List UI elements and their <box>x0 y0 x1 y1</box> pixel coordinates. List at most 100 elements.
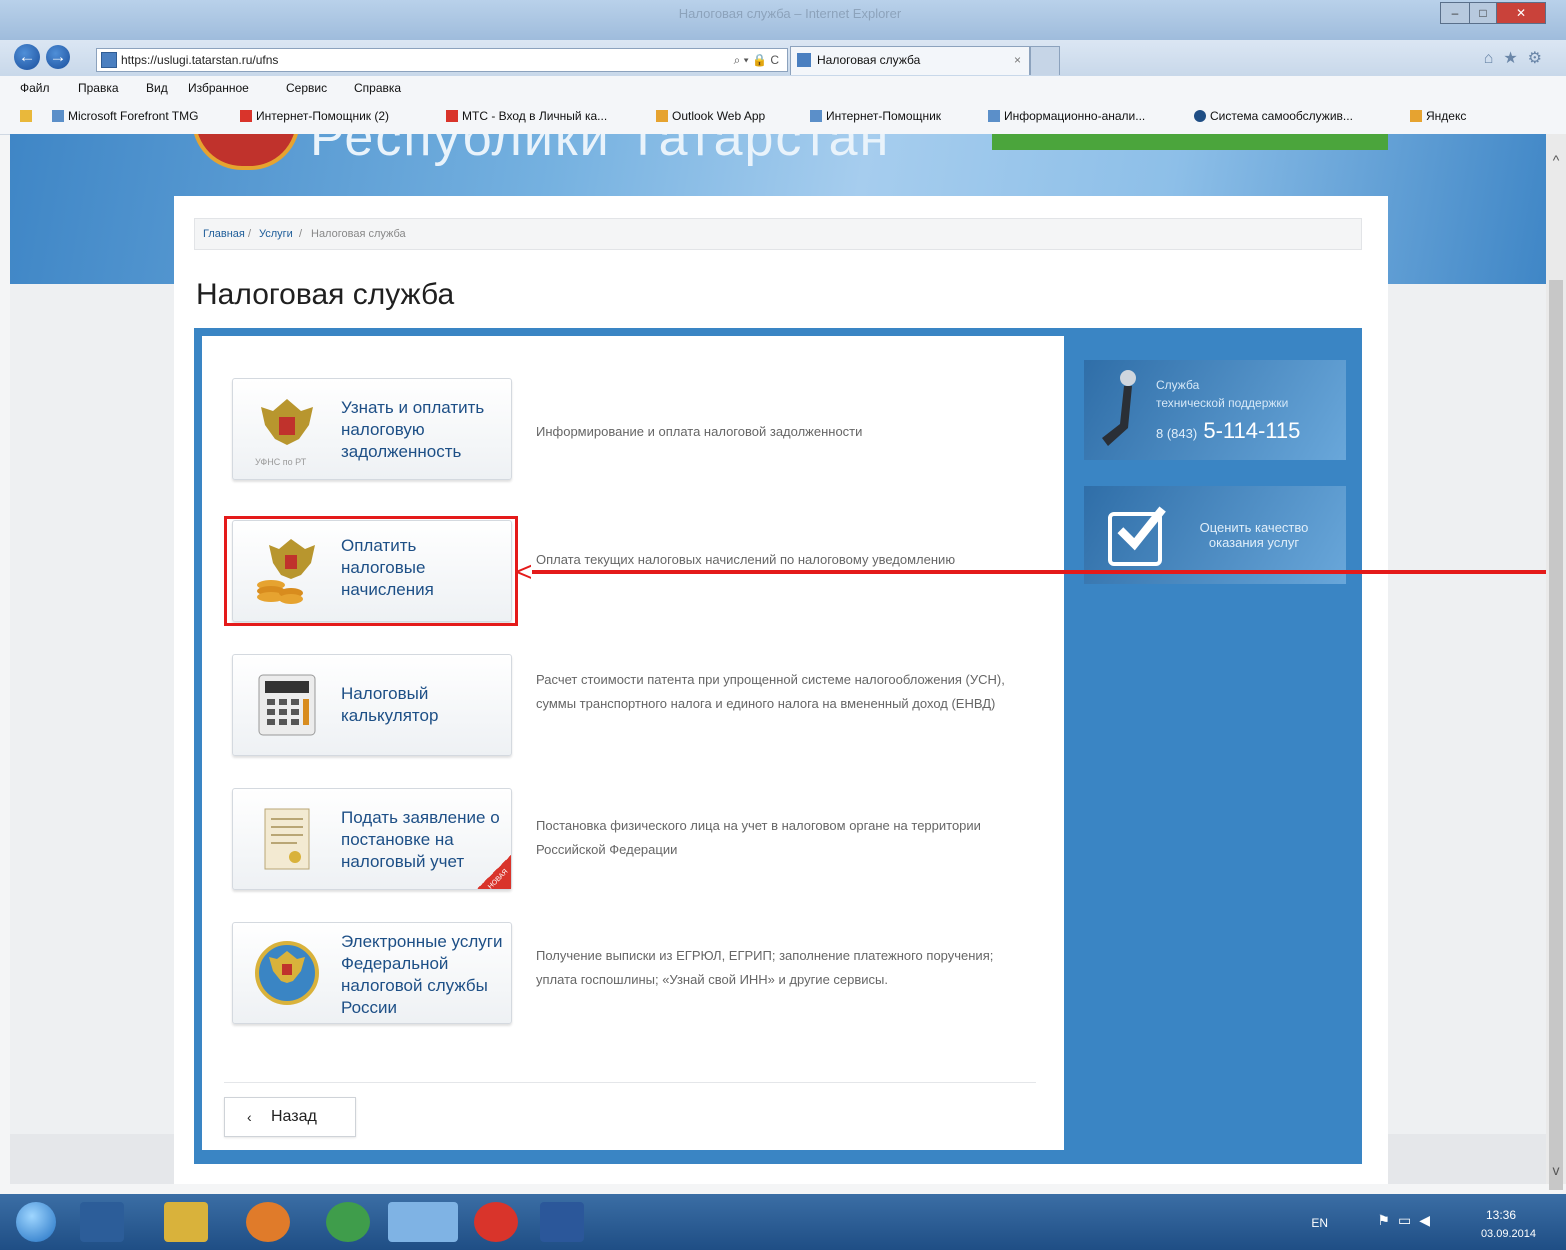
fav-yandex[interactable]: Яндекс <box>1410 109 1466 123</box>
favorites-star-icon[interactable]: ★ <box>1503 50 1527 67</box>
firefox-icon[interactable] <box>246 1202 290 1242</box>
breadcrumb: Главная / Услуги / Налоговая служба <box>194 218 1362 250</box>
fav-forefront[interactable]: Microsoft Forefront TMG <box>52 109 198 123</box>
fav-internet-pomoshnik[interactable]: Интернет-Помощник <box>810 109 941 123</box>
menu-tools[interactable]: Сервис <box>286 81 327 95</box>
annotation-arrow-head-icon: < <box>516 556 533 587</box>
annotation-arrow-line <box>532 570 1566 574</box>
language-indicator[interactable]: EN <box>1311 1216 1328 1230</box>
favorites-star-add-icon[interactable] <box>20 109 36 123</box>
fav-info-analytics[interactable]: Информационно-анали... <box>988 109 1145 123</box>
back-arrow-icon[interactable]: ← <box>14 44 40 70</box>
media-player-icon[interactable] <box>80 1202 124 1242</box>
minimize-button[interactable]: – <box>1440 2 1470 24</box>
tab-close-icon[interactable]: × <box>1014 47 1021 73</box>
fav-internet-pomoshnik-2[interactable]: Интернет-Помощник (2) <box>240 109 389 123</box>
file-explorer-icon[interactable] <box>164 1202 208 1242</box>
forward-arrow-icon[interactable]: → <box>46 45 70 69</box>
tab-favicon-icon <box>797 53 811 67</box>
close-window-button[interactable]: ✕ <box>1496 2 1546 24</box>
page-viewport: Республики Татарстан Главная / Услуги / … <box>10 134 1546 1184</box>
site-favicon-icon <box>101 52 117 68</box>
quality-rating-label: Оценить качество оказания услуг <box>1199 520 1309 550</box>
internet-explorer-icon[interactable] <box>388 1202 458 1242</box>
new-badge: НОВАЯ <box>477 855 511 891</box>
clock-date[interactable]: 03.09.2014 <box>1481 1228 1536 1240</box>
service-description: Постановка физического лица на учет в на… <box>536 818 981 857</box>
checkbox-check-icon <box>1108 506 1166 566</box>
menu-bar: Файл Правка Вид Избранное Сервис Справка <box>0 76 1566 100</box>
breadcrumb-current: Налоговая служба <box>311 228 406 240</box>
back-button[interactable]: ‹ Назад <box>224 1097 356 1137</box>
service-label: Электронные услуги Федеральной налоговой… <box>341 932 503 1017</box>
scroll-down-icon[interactable]: v <box>1546 1162 1566 1178</box>
tatarstan-emblem <box>192 134 300 170</box>
service-description: Расчет стоимости патента при упрощенной … <box>536 672 1005 711</box>
eagle-emblem-icon <box>261 399 313 445</box>
site-header-title: Республики Татарстан <box>310 134 891 167</box>
menu-help[interactable]: Справка <box>354 81 401 95</box>
service-calculator-button[interactable]: Налоговый калькулятор <box>232 654 512 756</box>
home-icon[interactable]: ⌂ <box>1484 50 1504 67</box>
divider <box>224 1082 1036 1083</box>
support-line-1: Служба <box>1156 378 1200 392</box>
windows-taskbar: EN ⚑▭◀ 13:36 03.09.2014 <box>0 1194 1566 1250</box>
browser-navbar: ← → https://uslugi.tatarstan.ru/ufns ⌕ ▾… <box>0 40 1566 76</box>
support-banner[interactable]: Служба технической поддержки 8 (843) 5-1… <box>1084 360 1346 460</box>
window-titlebar: Налоговая служба – Internet Explorer – □… <box>0 0 1566 40</box>
clock-time[interactable]: 13:36 <box>1486 1208 1516 1222</box>
page-title: Налоговая служба <box>196 278 455 311</box>
menu-file[interactable]: Файл <box>20 81 50 95</box>
support-line-2: технической поддержки <box>1156 396 1289 410</box>
certificate-icon <box>264 808 310 870</box>
chevron-left-icon: ‹ <box>247 1109 252 1125</box>
scroll-thumb[interactable] <box>1549 280 1563 1190</box>
main-content: Главная / Услуги / Налоговая служба Нало… <box>174 196 1388 1184</box>
services-list: УФНС по РТ Узнать и оплатить налоговую з… <box>202 336 1064 1150</box>
service-description: Информирование и оплата налоговой задолж… <box>536 424 863 439</box>
service-label: Налоговый калькулятор <box>341 684 439 725</box>
browser-tools[interactable]: ⌂★⚙ <box>1484 48 1552 68</box>
tab-label: Налоговая служба <box>817 53 921 67</box>
flag-icon: ⚑ <box>1377 1212 1398 1228</box>
vertical-scrollbar[interactable]: ^ v <box>1546 134 1566 1190</box>
address-url: https://uslugi.tatarstan.ru/ufns <box>121 53 279 67</box>
yandex-browser-icon[interactable] <box>474 1202 518 1242</box>
volume-icon: ◀ <box>1419 1212 1438 1228</box>
address-actions[interactable]: ⌕ ▾ 🔒 C <box>734 49 779 71</box>
header-banner[interactable] <box>992 134 1388 150</box>
word-icon[interactable] <box>540 1202 584 1242</box>
service-fns-online-button[interactable]: Электронные услуги Федеральной налоговой… <box>232 922 512 1024</box>
calculator-icon <box>258 674 316 736</box>
service-debt-button[interactable]: УФНС по РТ Узнать и оплатить налоговую з… <box>232 378 512 480</box>
tab-tax-service[interactable]: Налоговая служба × <box>790 46 1030 75</box>
menu-edit[interactable]: Правка <box>78 81 119 95</box>
services-panel: УФНС по РТ Узнать и оплатить налоговую з… <box>194 328 1362 1164</box>
menu-favorites[interactable]: Избранное <box>188 81 249 95</box>
tray-icons[interactable]: ⚑▭◀ <box>1377 1212 1438 1229</box>
scroll-up-icon[interactable]: ^ <box>1546 152 1566 168</box>
window-title: Налоговая служба – Internet Explorer <box>678 6 902 21</box>
back-button-label: Назад <box>271 1108 317 1125</box>
menu-view[interactable]: Вид <box>146 81 168 95</box>
fns-emblem-icon <box>255 941 319 1005</box>
network-icon: ▭ <box>1397 1212 1420 1228</box>
fav-outlook[interactable]: Outlook Web App <box>656 109 765 123</box>
breadcrumb-services[interactable]: Услуги <box>259 219 293 249</box>
gear-icon[interactable]: ⚙ <box>1528 50 1552 67</box>
maximize-button[interactable]: □ <box>1469 2 1497 24</box>
fav-mts[interactable]: МТС - Вход в Личный ка... <box>446 109 607 123</box>
new-tab-button[interactable] <box>1030 46 1060 75</box>
fav-self-service[interactable]: Система самообслужив... <box>1194 109 1353 123</box>
phone-handset-icon <box>1102 370 1136 446</box>
service-description: Получение выписки из ЕГРЮЛ, ЕГРИП; запол… <box>536 948 994 987</box>
service-description: Оплата текущих налоговых начислений по н… <box>536 552 956 567</box>
start-button[interactable] <box>16 1202 56 1242</box>
service-registration-button[interactable]: Подать заявление о постановке на налогов… <box>232 788 512 891</box>
breadcrumb-separator: / <box>299 228 303 240</box>
service-label: Узнать и оплатить налоговую задолженност… <box>341 398 485 461</box>
breadcrumb-home[interactable]: Главная <box>203 219 245 249</box>
chrome-icon[interactable] <box>326 1202 370 1242</box>
highlight-frame <box>224 516 518 626</box>
address-bar[interactable]: https://uslugi.tatarstan.ru/ufns ⌕ ▾ 🔒 C <box>96 48 788 72</box>
